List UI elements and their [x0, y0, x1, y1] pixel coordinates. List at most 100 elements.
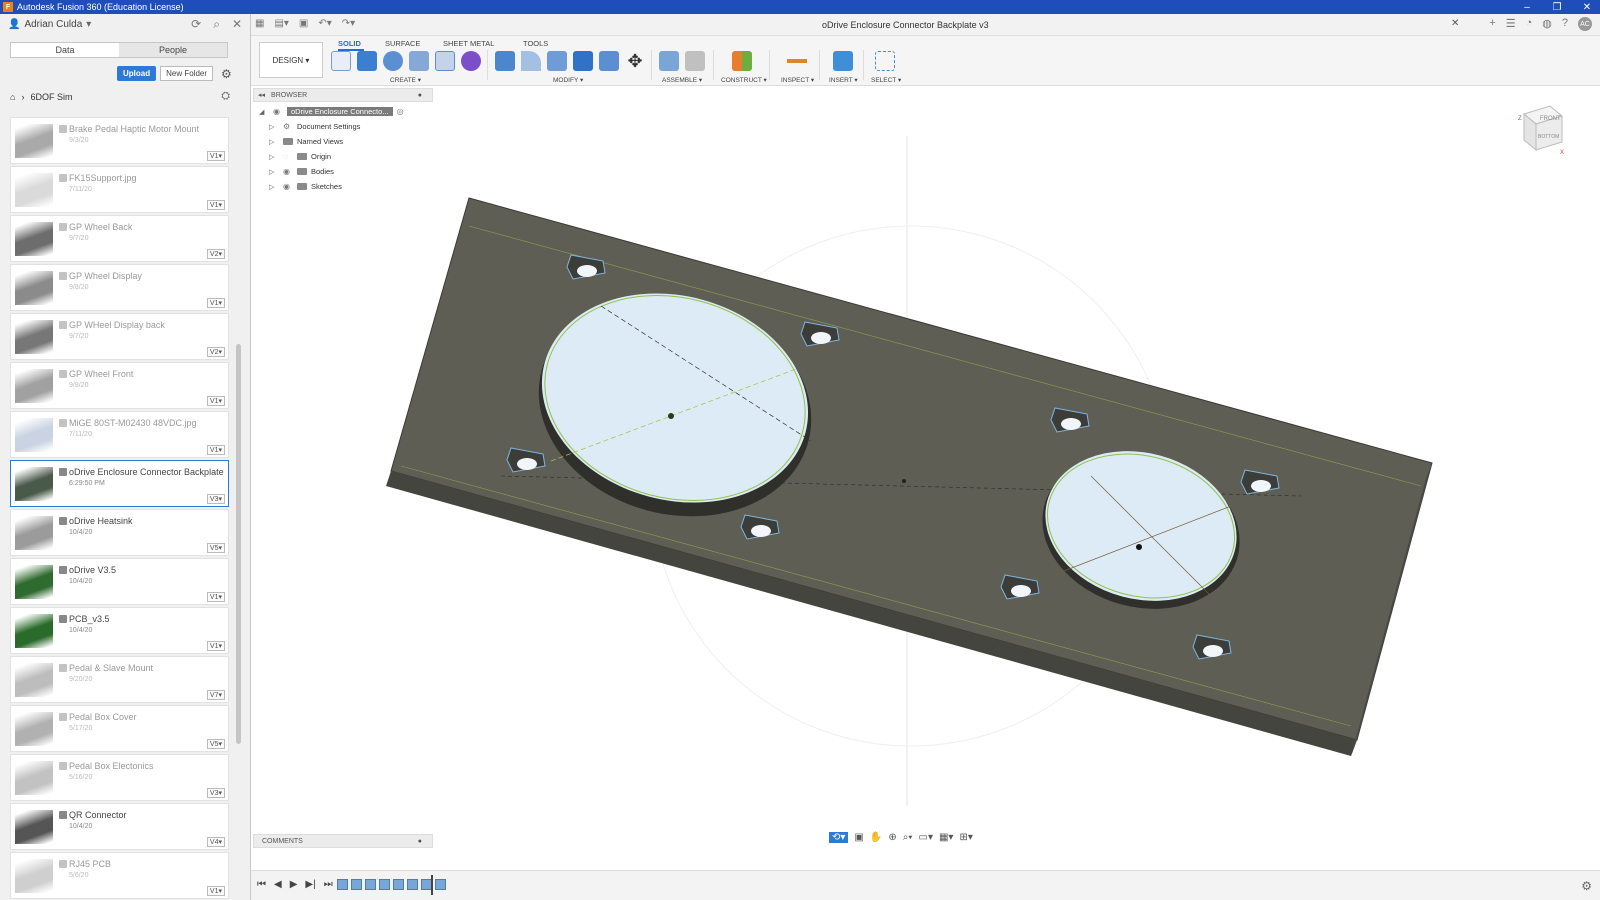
timeline-extrude-feature[interactable] [393, 879, 404, 890]
undo-icon[interactable]: ↶▾ [318, 18, 331, 29]
upload-button[interactable]: Upload [117, 66, 157, 81]
close-tab-icon[interactable]: ✕ [1451, 18, 1459, 29]
tab-surface[interactable]: SURFACE [385, 39, 420, 48]
file-item[interactable]: GP Wheel Display 9/8/20 V1▾ [10, 264, 229, 311]
expand-triangle-icon[interactable]: ▷ [269, 153, 279, 161]
combine-icon[interactable] [599, 51, 619, 71]
tab-sheet-metal[interactable]: SHEET METAL [443, 39, 494, 48]
expand-triangle-icon[interactable]: ▷ [269, 183, 279, 191]
large-hole-center-point[interactable] [668, 413, 674, 419]
browser-item-origin[interactable]: ▷ ◌ Origin [259, 149, 407, 164]
file-name[interactable]: oDrive V3.5 [69, 565, 116, 575]
file-name[interactable]: oDrive Enclosure Connector Backplate [69, 467, 224, 477]
version-badge[interactable]: V1▾ [206, 886, 225, 896]
tab-data[interactable]: Data [11, 43, 119, 57]
fit-icon[interactable]: ⌕▾ [903, 832, 913, 843]
origin-point[interactable] [902, 479, 906, 483]
file-item[interactable]: Pedal Box Electonics 5/16/20 V3▾ [10, 754, 229, 801]
notifications-icon[interactable]: ☰ [1506, 17, 1516, 31]
form-icon[interactable] [461, 51, 481, 71]
activate-radio-icon[interactable]: ◎ [397, 107, 407, 116]
save-icon[interactable]: ▣ [299, 18, 308, 29]
version-badge[interactable]: V1▾ [206, 200, 225, 210]
viewports-icon[interactable]: ⊞▾ [959, 832, 972, 843]
select-menu[interactable]: SELECT ▾ [871, 76, 901, 84]
search-icon[interactable]: ⌕ [213, 17, 220, 32]
version-badge[interactable]: V1▾ [206, 396, 225, 406]
app-grid-icon[interactable]: ▦ [255, 18, 264, 29]
file-name[interactable]: GP Wheel Back [69, 222, 132, 232]
zoom-icon[interactable]: ⊕ [888, 832, 896, 843]
display-settings-icon[interactable]: ▭▾ [919, 832, 933, 843]
browser-root[interactable]: oDrive Enclosure Connecto... [287, 107, 393, 116]
browser-item-label[interactable]: Bodies [311, 167, 334, 176]
timeline-extrude-feature[interactable] [365, 879, 376, 890]
document-tab-title[interactable]: oDrive Enclosure Connector Backplate v3 [822, 20, 989, 30]
new-component-icon[interactable] [659, 51, 679, 71]
timeline-extrude-feature[interactable] [379, 879, 390, 890]
tab-tools[interactable]: TOOLS [523, 39, 548, 48]
expand-triangle-icon[interactable]: ▷ [269, 123, 279, 131]
press-pull-icon[interactable] [495, 51, 515, 71]
go-to-end-icon[interactable]: ⏭ [324, 879, 333, 890]
home-icon[interactable]: ⌂ [10, 92, 15, 102]
select-box-icon[interactable] [875, 51, 895, 71]
redo-icon[interactable]: ↷▾ [342, 18, 355, 29]
visibility-eye-icon[interactable]: ◉ [283, 182, 293, 191]
browser-item-sketches[interactable]: ▷ ◉ Sketches [259, 179, 407, 194]
version-badge[interactable]: V1▾ [206, 641, 225, 651]
version-badge[interactable]: V5▾ [206, 739, 225, 749]
extensions-icon[interactable]: ◍ [1542, 17, 1552, 31]
joint-icon[interactable] [685, 51, 705, 71]
browser-item-bodies[interactable]: ▷ ◉ Bodies [259, 164, 407, 179]
assemble-menu[interactable]: ASSEMBLE ▾ [662, 76, 702, 84]
timeline-settings-icon[interactable]: ⚙ [1581, 879, 1592, 893]
minimize-icon[interactable]: – [1522, 2, 1532, 13]
job-status-icon[interactable]: ◔ [1526, 17, 1533, 31]
small-hole-center-point[interactable] [1136, 544, 1142, 550]
look-at-icon[interactable]: ▣ [854, 832, 863, 843]
version-badge[interactable]: V3▾ [206, 788, 225, 798]
browser-item-label[interactable]: Named Views [297, 137, 343, 146]
file-item[interactable]: oDrive Heatsink 10/4/20 V5▾ [10, 509, 229, 556]
browser-item-label[interactable]: Origin [311, 152, 331, 161]
version-badge[interactable]: V7▾ [206, 690, 225, 700]
avatar[interactable]: AC [1578, 17, 1592, 31]
revolve-icon[interactable] [383, 51, 403, 71]
measure-icon[interactable] [787, 51, 807, 71]
version-badge[interactable]: V1▾ [206, 151, 225, 161]
file-name[interactable]: GP Wheel Display [69, 271, 142, 281]
file-item[interactable]: FK15Support.jpg 7/11/20 V1▾ [10, 166, 229, 213]
offset-plane-icon[interactable] [732, 51, 752, 71]
step-forward-icon[interactable]: ▶| [305, 879, 315, 890]
visibility-eye-icon[interactable]: ◌ [283, 152, 293, 161]
file-name[interactable]: Pedal Box Electonics [69, 761, 154, 771]
file-item[interactable]: GP Wheel Front 9/8/20 V1▾ [10, 362, 229, 409]
close-panel-icon[interactable]: ✕ [232, 17, 242, 32]
file-item[interactable]: oDrive V3.5 10/4/20 V1▾ [10, 558, 229, 605]
version-badge[interactable]: V2▾ [206, 347, 225, 357]
workspace-switcher-button[interactable]: DESIGN ▾ [259, 42, 323, 78]
shell-icon[interactable] [573, 51, 593, 71]
file-item[interactable]: Pedal & Slave Mount 9/20/20 V7▾ [10, 656, 229, 703]
chamfer-icon[interactable] [547, 51, 567, 71]
expand-triangle-icon[interactable]: ▷ [269, 138, 279, 146]
comments-toggle-icon[interactable]: ● [418, 838, 422, 845]
file-item[interactable]: RJ45 PCB 5/6/20 V1▾ [10, 852, 229, 899]
file-menu-icon[interactable]: ▤▾ [274, 18, 288, 29]
play-icon[interactable]: ▶ [290, 879, 298, 890]
model-canvas[interactable] [251, 86, 1600, 900]
timeline-hole-feature[interactable] [407, 879, 418, 890]
go-to-start-icon[interactable]: ⏮ [257, 879, 266, 890]
file-item[interactable]: GP WHeel Display back 9/7/20 V2▾ [10, 313, 229, 360]
pan-icon[interactable]: ✋ [870, 832, 882, 843]
browser-item-document-settings[interactable]: ▷ ⚙ Document Settings [259, 119, 407, 134]
file-name[interactable]: QR Connector [69, 810, 127, 820]
version-badge[interactable]: V5▾ [206, 543, 225, 553]
file-name[interactable]: MiGE 80ST-M02430 48VDC.jpg [69, 418, 197, 428]
gear-icon[interactable]: ⚙ [221, 67, 232, 81]
file-name[interactable]: GP WHeel Display back [69, 320, 165, 330]
viewcube[interactable]: FRONT BOTTOM Z X [1516, 98, 1566, 158]
timeline-marker[interactable] [431, 875, 433, 895]
timeline-sketch-feature[interactable] [337, 879, 348, 890]
